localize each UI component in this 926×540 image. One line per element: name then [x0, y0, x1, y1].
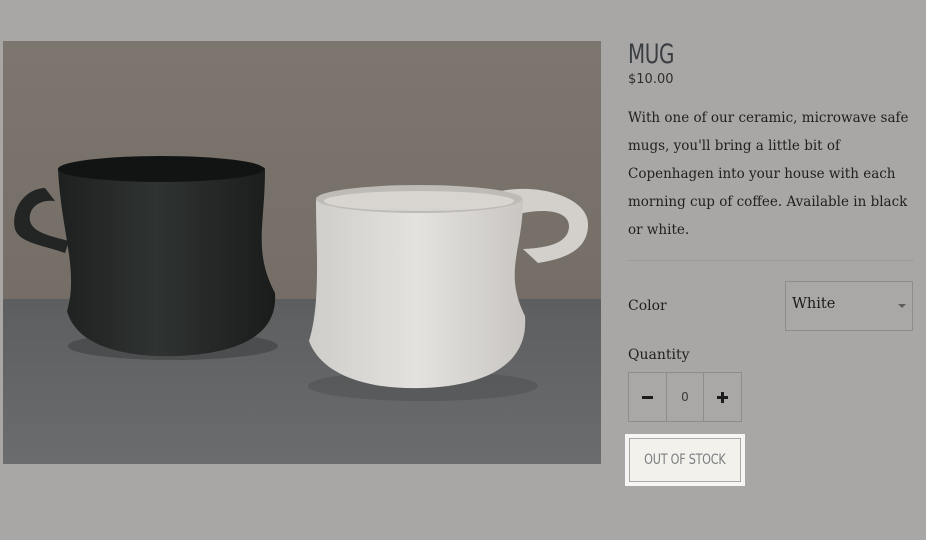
out-of-stock-button[interactable]: OUT OF STOCK [629, 438, 741, 482]
product-description: With one of our ceramic, microwave safe … [628, 110, 909, 238]
product-title: MUG [628, 39, 674, 70]
quantity-label: Quantity [628, 347, 690, 363]
quantity-stepper: 0 [628, 372, 742, 422]
product-page: MUG $10.00 With one of our ceramic, micr… [0, 0, 926, 540]
color-select[interactable]: White [785, 281, 913, 331]
stock-button-highlight: OUT OF STOCK [625, 434, 745, 486]
color-option-row: Color White [628, 281, 914, 333]
product-price: $10.00 [628, 72, 674, 87]
color-select-value: White [792, 296, 836, 312]
product-info: MUG $10.00 With one of our ceramic, micr… [625, 39, 914, 486]
minus-icon [642, 395, 653, 399]
quantity-input[interactable]: 0 [667, 373, 703, 421]
color-label: Color [628, 298, 667, 314]
chevron-down-icon [898, 304, 906, 308]
divider [628, 260, 914, 261]
quantity-increment-button[interactable] [703, 373, 741, 421]
product-image [3, 41, 601, 464]
plus-icon [717, 391, 728, 403]
quantity-decrement-button[interactable] [629, 373, 667, 421]
out-of-stock-label: OUT OF STOCK [644, 452, 726, 468]
